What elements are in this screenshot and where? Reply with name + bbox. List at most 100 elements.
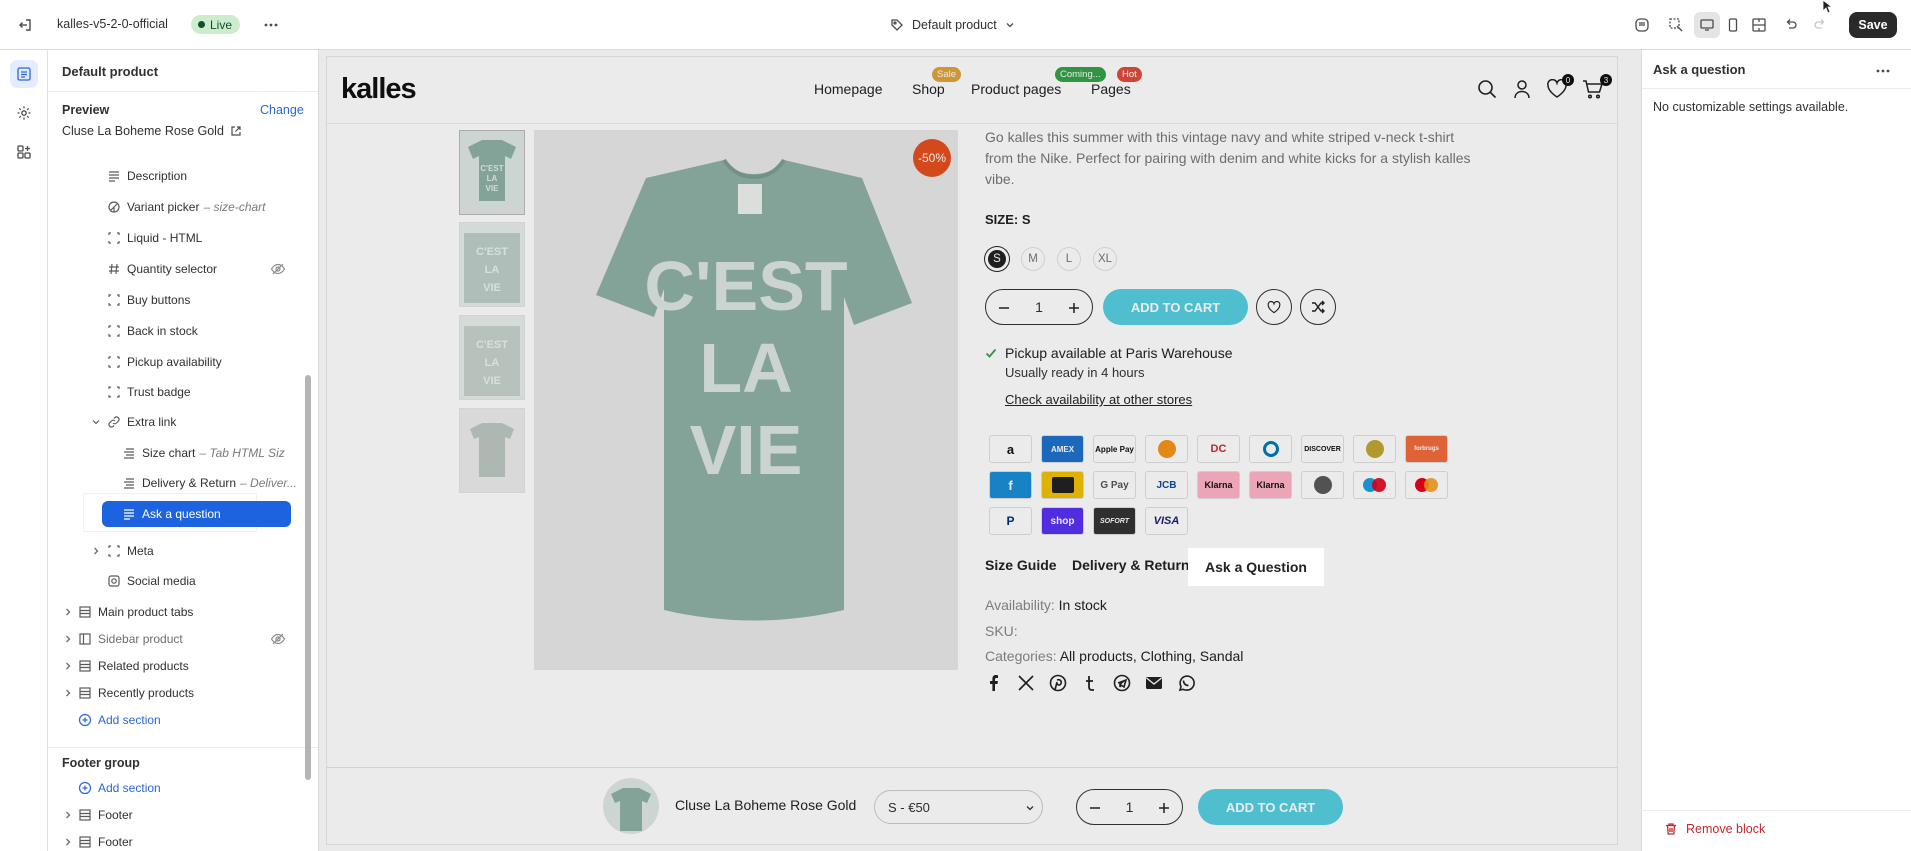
store-logo[interactable]: kalles bbox=[341, 73, 417, 106]
more-options-icon[interactable] bbox=[258, 12, 284, 38]
facebook-icon[interactable] bbox=[985, 674, 1003, 692]
block-ask-a-question[interactable]: Ask a question bbox=[102, 501, 291, 527]
settings-gear-icon[interactable] bbox=[10, 99, 38, 127]
product-thumbnail[interactable]: C'EST LA VIE bbox=[459, 315, 525, 400]
sparkle-ai-icon[interactable] bbox=[1629, 12, 1655, 38]
eye-hidden-icon[interactable] bbox=[270, 261, 286, 277]
tshirt-thumbnail-image: C'EST LA VIE bbox=[464, 326, 520, 396]
email-icon[interactable] bbox=[1145, 674, 1163, 692]
section-related-products[interactable]: Related products bbox=[78, 655, 189, 677]
eye-hidden-icon[interactable] bbox=[270, 631, 286, 647]
x-twitter-icon[interactable] bbox=[1017, 674, 1035, 692]
tab-delivery-return[interactable]: Delivery & Return bbox=[1072, 557, 1189, 573]
chevron-right-icon[interactable] bbox=[63, 810, 73, 820]
more-options-icon[interactable] bbox=[1875, 63, 1891, 79]
preview-product-link[interactable]: Cluse La Boheme Rose Gold bbox=[62, 124, 242, 138]
heart-icon bbox=[1267, 300, 1281, 313]
chevron-down-icon[interactable] bbox=[91, 417, 101, 427]
save-button[interactable]: Save bbox=[1849, 12, 1897, 38]
plus-circle-icon bbox=[78, 713, 92, 727]
payment-bitcoin-icon bbox=[1145, 435, 1188, 463]
tumblr-icon[interactable] bbox=[1081, 674, 1099, 692]
chevron-right-icon[interactable] bbox=[63, 634, 73, 644]
sticky-add-to-cart-button[interactable]: ADD TO CART bbox=[1198, 789, 1343, 825]
fullwidth-view-icon[interactable] bbox=[1746, 12, 1772, 38]
size-option-l[interactable]: L bbox=[1057, 247, 1081, 271]
panel-scrollbar[interactable] bbox=[305, 375, 311, 780]
product-thumbnail[interactable]: C'EST LA VIE bbox=[459, 130, 525, 215]
chevron-right-icon[interactable] bbox=[63, 837, 73, 847]
chevron-right-icon[interactable] bbox=[63, 607, 73, 617]
section-recently-products[interactable]: Recently products bbox=[78, 682, 194, 704]
section-sidebar-product[interactable]: Sidebar product bbox=[78, 628, 183, 650]
size-option-m[interactable]: M bbox=[1021, 247, 1045, 271]
undo-icon[interactable] bbox=[1778, 12, 1804, 38]
product-thumbnail[interactable] bbox=[459, 408, 525, 493]
block-label: Quantity selector bbox=[127, 262, 218, 276]
check-availability-link[interactable]: Check availability at other stores bbox=[1005, 392, 1192, 407]
section-footer[interactable]: Footer bbox=[78, 831, 133, 851]
nav-shop[interactable]: Shop bbox=[912, 81, 945, 97]
chevron-right-icon[interactable] bbox=[63, 688, 73, 698]
remove-block-button[interactable]: Remove block bbox=[1664, 822, 1765, 836]
categories-value[interactable]: All products, Clothing, Sandal bbox=[1060, 648, 1244, 664]
chevron-right-icon[interactable] bbox=[63, 661, 73, 671]
block-meta[interactable]: Meta bbox=[107, 540, 154, 562]
mobile-view-icon[interactable] bbox=[1720, 12, 1746, 38]
wishlist-count: 0 bbox=[1562, 74, 1574, 86]
block-extra-link[interactable]: Extra link bbox=[107, 411, 176, 433]
block-social-media[interactable]: Social media bbox=[107, 570, 196, 592]
block-variant-picker[interactable]: Variant picker – size-chart bbox=[107, 196, 266, 218]
svg-text:VIE: VIE bbox=[486, 184, 500, 193]
nav-product-pages[interactable]: Product pages bbox=[971, 81, 1061, 97]
main-product-image[interactable]: C'EST LA VIE -50% bbox=[534, 130, 958, 670]
block-trust-badge[interactable]: Trust badge bbox=[107, 381, 191, 403]
variant-select[interactable]: S - €50 bbox=[874, 790, 1043, 824]
pinterest-icon[interactable] bbox=[1049, 674, 1067, 692]
telegram-icon[interactable] bbox=[1113, 674, 1131, 692]
block-delivery-return[interactable]: Delivery & Return – Deliver... bbox=[122, 472, 297, 494]
block-liquid-html[interactable]: Liquid - HTML bbox=[107, 227, 202, 249]
plus-icon[interactable] bbox=[1158, 802, 1170, 814]
inspector-icon[interactable] bbox=[1663, 12, 1689, 38]
payment-mastercard-icon bbox=[1405, 471, 1448, 499]
change-preview-link[interactable]: Change bbox=[260, 103, 304, 117]
tag-icon bbox=[891, 19, 903, 31]
block-description[interactable]: Description bbox=[107, 165, 187, 187]
tab-ask-a-question[interactable]: Ask a Question bbox=[1188, 548, 1324, 586]
payment-forbrugs-icon: forbrugs bbox=[1405, 435, 1448, 463]
block-pickup-availability[interactable]: Pickup availability bbox=[107, 351, 222, 373]
redo-icon[interactable] bbox=[1807, 12, 1833, 38]
compare-button[interactable] bbox=[1300, 289, 1336, 325]
block-buy-buttons[interactable]: Buy buttons bbox=[107, 289, 190, 311]
apps-icon[interactable] bbox=[10, 138, 38, 166]
product-thumbnail[interactable]: C'EST LA VIE bbox=[459, 222, 525, 307]
footer-add-section-button[interactable]: Add section bbox=[78, 777, 161, 799]
section-icon bbox=[79, 687, 91, 699]
sections-icon[interactable] bbox=[10, 60, 38, 88]
plus-icon[interactable] bbox=[1068, 302, 1080, 314]
wishlist-button[interactable] bbox=[1256, 289, 1292, 325]
template-selector[interactable]: Default product bbox=[890, 14, 1015, 36]
add-to-cart-button[interactable]: ADD TO CART bbox=[1103, 289, 1248, 325]
divider bbox=[1642, 88, 1911, 89]
nav-homepage[interactable]: Homepage bbox=[814, 81, 883, 97]
section-main-product-tabs[interactable]: Main product tabs bbox=[78, 601, 193, 623]
exit-icon[interactable] bbox=[12, 12, 38, 38]
block-frame-icon bbox=[108, 545, 120, 557]
block-quantity-selector[interactable]: Quantity selector bbox=[107, 258, 217, 280]
block-back-in-stock[interactable]: Back in stock bbox=[107, 320, 198, 342]
block-frame-icon bbox=[108, 294, 120, 306]
search-icon[interactable] bbox=[1476, 78, 1498, 100]
section-footer[interactable]: Footer bbox=[78, 804, 133, 826]
add-section-button[interactable]: Add section bbox=[78, 709, 161, 731]
size-option-s[interactable]: S bbox=[985, 247, 1009, 271]
whatsapp-icon[interactable] bbox=[1177, 674, 1195, 692]
chevron-right-icon[interactable] bbox=[91, 546, 101, 556]
block-size-chart[interactable]: Size chart – Tab HTML Siz bbox=[122, 442, 285, 464]
account-icon[interactable] bbox=[1512, 78, 1532, 100]
desktop-view-icon[interactable] bbox=[1694, 12, 1720, 38]
size-option-xl[interactable]: XL bbox=[1093, 247, 1117, 271]
tab-size-guide[interactable]: Size Guide bbox=[985, 557, 1057, 573]
nav-pages[interactable]: Pages bbox=[1091, 81, 1131, 97]
